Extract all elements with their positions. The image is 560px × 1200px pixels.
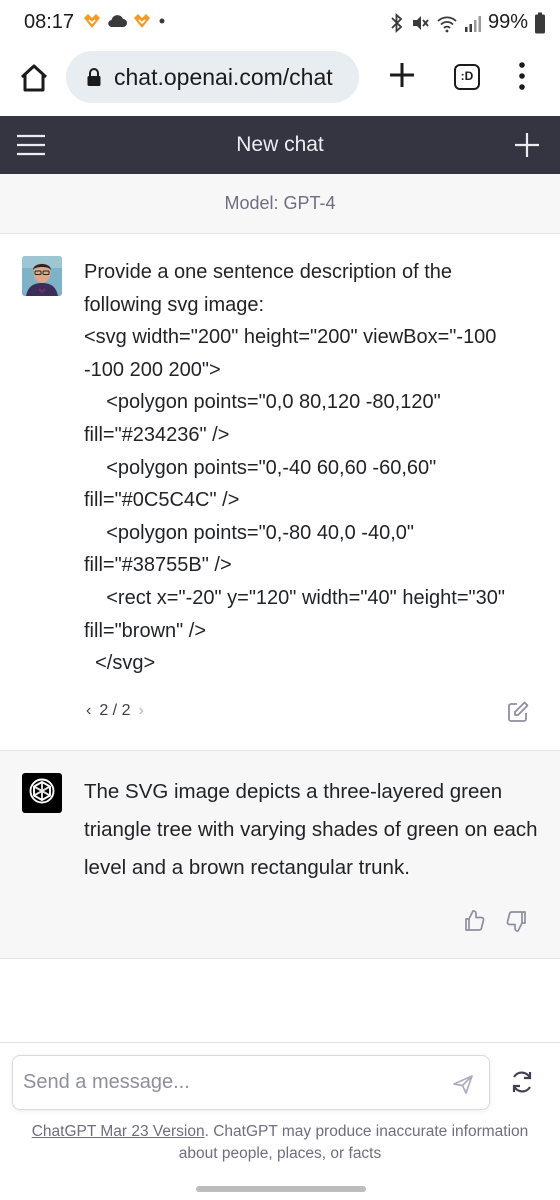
status-system-icons: 99% (390, 11, 546, 34)
user-message-line: <polygon points="0,-40 60,60 -60,60" (84, 456, 437, 479)
pager-count: 2 / 2 (99, 702, 131, 719)
status-notification-icons (82, 12, 168, 30)
next-response-icon[interactable]: › (138, 702, 143, 720)
assistant-message-text: The SVG image depicts a three-layered gr… (84, 780, 538, 879)
home-icon[interactable] (16, 60, 52, 96)
user-message-line: <polygon points="0,0 80,120 -80,120" (84, 391, 441, 414)
cloud-icon (108, 15, 127, 28)
user-message-line: -100 200 200"> (84, 358, 221, 381)
menu-kebab-icon[interactable] (512, 60, 532, 92)
response-pager: ‹ 2 / 2 › (86, 702, 144, 720)
user-message: Provide a one sentence description of th… (0, 234, 560, 751)
user-message-line: fill="#38755B" /> (84, 554, 232, 577)
model-label: Model: GPT-4 (224, 193, 336, 213)
browser-toolbar: chat.openai.com/chat :D (0, 46, 560, 116)
plus-icon[interactable] (386, 59, 418, 91)
battery-percent: 99% (487, 11, 528, 33)
user-message-line: fill="#0C5C4C" /> (84, 489, 240, 512)
user-message-line: <rect x="-20" y="120" width="40" height=… (84, 586, 505, 609)
chat-title: New chat (236, 133, 324, 156)
user-message-line: following svg image: (84, 293, 265, 316)
regenerate-icon[interactable] (509, 1069, 535, 1095)
mute-icon (412, 15, 429, 30)
user-photo-icon (22, 256, 62, 296)
chat-header: New chat (0, 116, 560, 174)
user-message-line: <svg width="200" height="200" viewBox="-… (84, 326, 497, 349)
notification-app-icon-2 (134, 14, 150, 28)
wifi-icon (437, 16, 457, 32)
message-composer (12, 1055, 490, 1110)
lock-icon (87, 68, 101, 86)
version-link[interactable]: ChatGPT Mar 23 Version (32, 1123, 205, 1140)
model-bar: Model: GPT-4 (0, 174, 560, 234)
thumbs-up-icon[interactable] (462, 909, 486, 933)
notification-app-icon (84, 14, 100, 28)
url-text: chat.openai.com/chat (114, 64, 333, 90)
user-message-line: fill="#234236" /> (84, 423, 230, 446)
send-icon[interactable] (451, 1072, 475, 1096)
bluetooth-icon (391, 12, 403, 33)
gesture-navigation-bar[interactable] (196, 1186, 366, 1192)
disclaimer-text: . ChatGPT may produce inaccurate informa… (178, 1123, 529, 1162)
user-message-line: fill="brown" /> (84, 619, 207, 642)
user-message-line: Provide a one sentence description of th… (84, 261, 453, 283)
address-bar[interactable]: chat.openai.com/chat (66, 51, 359, 103)
user-message-line: </svg> (84, 652, 156, 675)
battery-icon (535, 12, 545, 33)
hamburger-icon[interactable] (16, 133, 46, 157)
edit-icon[interactable] (506, 700, 530, 724)
previous-response-icon[interactable]: ‹ (86, 702, 91, 720)
assistant-message: The SVG image depicts a three-layered gr… (0, 751, 560, 959)
status-bar: 08:17 99% (0, 0, 560, 46)
thumbs-down-icon[interactable] (505, 909, 529, 933)
user-message-line: <polygon points="0,-80 40,0 -40,0" (84, 521, 414, 544)
signal-icon (464, 15, 481, 32)
tab-switcher-icon[interactable]: :D (454, 64, 480, 90)
avatar (22, 256, 62, 296)
user-message-text: Provide a one sentence description of th… (84, 256, 544, 680)
message-input[interactable] (23, 1064, 433, 1100)
openai-logo-icon (22, 773, 62, 813)
new-chat-icon[interactable] (514, 132, 540, 158)
composer-area: ChatGPT Mar 23 Version. ChatGPT may prod… (0, 1042, 560, 1200)
more-notifications-dot-icon (159, 18, 165, 24)
footer-disclaimer: ChatGPT Mar 23 Version. ChatGPT may prod… (14, 1121, 546, 1165)
status-time: 08:17 (24, 11, 75, 33)
